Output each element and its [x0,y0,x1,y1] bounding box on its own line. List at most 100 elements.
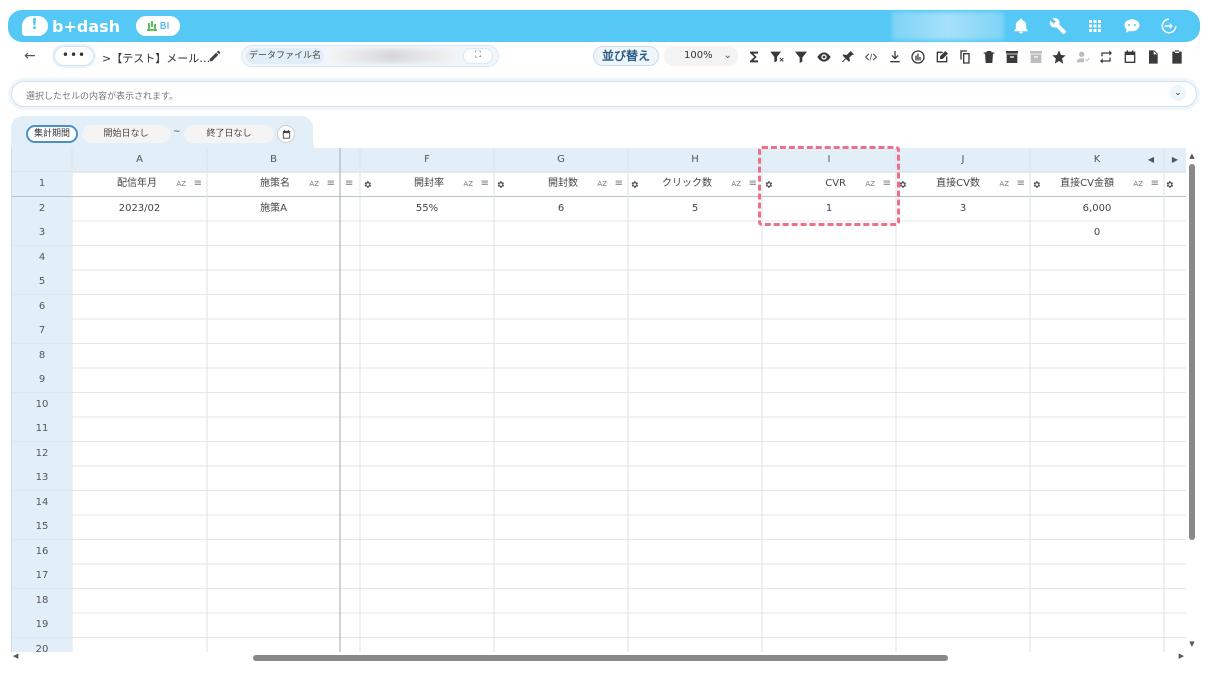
gear-icon[interactable] [898,180,907,189]
filter-clear-icon[interactable] [768,48,787,67]
gear-icon[interactable] [496,180,505,189]
delete-icon[interactable] [979,48,998,67]
column-header-a[interactable]: A [72,148,207,172]
filter-icon[interactable]: ≡ [194,172,202,196]
star-icon[interactable] [1050,48,1069,67]
logo[interactable]: b+dash [22,15,120,36]
filter-icon[interactable]: ≡ [1017,172,1025,196]
sort-az-icon[interactable]: AZ [309,172,319,196]
filter-icon[interactable]: ≡ [1151,172,1159,196]
field-header-cell[interactable]: CVR AZ ≡ [762,172,896,196]
gear-icon[interactable] [1032,180,1041,189]
wrench-icon[interactable] [1049,17,1067,35]
document-icon[interactable] [1144,48,1163,67]
row-number[interactable]: 9 [12,368,72,392]
row-number[interactable]: 11 [12,417,72,441]
zoom-select[interactable]: 100% ⌄ [664,46,738,66]
grid-menu-icon[interactable] [1086,17,1104,35]
gear-icon[interactable] [630,180,639,189]
logout-icon[interactable] [1160,17,1178,35]
bell-icon[interactable] [1012,17,1030,35]
data-cell[interactable]: 1 [762,197,896,221]
pencil-icon[interactable] [208,48,222,62]
vertical-scrollbar[interactable]: ▲ ▼ [1186,152,1198,648]
spreadsheet-grid[interactable]: A B F G H I J K ◀ ▶ 配信年月 AZ ≡ 施策名 AZ ≡ 開封率 AZ ≡ 開封数 AZ ≡ クリック数… [11,148,1186,652]
start-date-input[interactable]: 開始日なし [82,125,170,143]
filter-icon[interactable]: ≡ [749,172,757,196]
column-nav-left-icon[interactable]: ◀ [1144,148,1158,172]
filter-icon[interactable] [791,48,810,67]
row-number[interactable]: 16 [12,539,72,564]
data-cell[interactable]: 施策A [207,197,340,221]
scroll-right-icon[interactable]: ▶ [1179,652,1184,660]
vertical-scroll-thumb[interactable] [1189,164,1195,540]
data-cell[interactable]: 6 [494,197,628,221]
data-cell[interactable]: 0 [1030,221,1164,245]
field-header-cell[interactable]: 直接CV数 AZ ≡ [896,172,1030,196]
column-header-h[interactable]: H [628,148,762,172]
filter-icon[interactable]: ≡ [327,172,335,196]
column-header-i[interactable]: I [762,148,896,172]
data-cell[interactable]: 6,000 [1030,197,1164,221]
row-number[interactable]: 19 [12,613,72,637]
chart-icon[interactable] [909,48,928,67]
row-number[interactable]: 15 [12,515,72,539]
field-header-cell[interactable]: 施策名 AZ ≡ [207,172,340,196]
data-cell[interactable]: 3 [896,197,1030,221]
row-number[interactable]: 12 [12,441,72,466]
filter-icon[interactable]: ≡ [345,172,357,196]
download-icon[interactable] [885,48,904,67]
filter-icon[interactable]: ≡ [481,172,489,196]
column-header-b[interactable]: B [207,148,340,172]
clipboard-icon[interactable] [1167,48,1186,67]
chat-bot-icon[interactable] [1123,17,1141,35]
eye-icon[interactable] [815,48,834,67]
row-number[interactable]: 17 [12,564,72,588]
repeat-icon[interactable] [1097,48,1116,67]
gear-icon[interactable] [764,180,773,189]
row-number[interactable]: 5 [12,270,72,294]
field-header-cell[interactable]: クリック数 AZ ≡ [628,172,762,196]
data-cell[interactable]: 2023/02 [72,197,207,221]
horizontal-scrollbar[interactable]: ◀ ▶ [11,652,1186,664]
field-header-cell[interactable]: 直接CV金額 AZ ≡ [1030,172,1164,196]
scroll-left-icon[interactable]: ◀ [13,652,18,660]
row-number[interactable]: 8 [12,343,72,368]
data-file-selector[interactable]: データファイル名 ⛶ [241,45,499,67]
horizontal-scroll-thumb[interactable] [253,655,948,661]
sort-az-icon[interactable]: AZ [597,172,607,196]
sort-button[interactable]: 並び替え [593,46,659,66]
row-number[interactable]: 4 [12,245,72,270]
breadcrumb[interactable]: >【テスト】メール… [102,50,210,66]
field-header-cell[interactable]: 開封率 AZ ≡ [360,172,494,196]
calendar-icon[interactable] [277,125,295,143]
code-icon[interactable] [862,48,881,67]
sort-az-icon[interactable]: AZ [1133,172,1143,196]
row-number[interactable]: 14 [12,490,72,515]
field-header-cell[interactable]: 配信年月 AZ ≡ [72,172,207,196]
column-header-g[interactable]: G [494,148,628,172]
gear-icon[interactable] [363,180,372,189]
column-header-f[interactable]: F [360,148,494,172]
end-date-input[interactable]: 終了日なし [184,125,274,143]
gear-icon[interactable] [1165,180,1174,189]
row-number[interactable]: 20 [12,637,72,652]
cell-content-bar[interactable]: 選択したセルの内容が表示されます。 ⌄ [11,81,1197,107]
sum-icon[interactable] [744,48,763,67]
copy-icon[interactable] [956,48,975,67]
sort-az-icon[interactable]: AZ [463,172,473,196]
data-cell[interactable]: 5 [628,197,762,221]
field-header-cell[interactable]: 開封数 AZ ≡ [494,172,628,196]
back-arrow-icon[interactable]: ← [24,48,36,64]
row-number[interactable]: 7 [12,319,72,343]
chevron-down-icon[interactable]: ⌄ [1170,85,1186,101]
archive-icon[interactable] [1003,48,1022,67]
row-number[interactable]: 13 [12,466,72,490]
sort-az-icon[interactable]: AZ [176,172,186,196]
scroll-up-icon[interactable]: ▲ [1186,152,1198,160]
period-label-button[interactable]: 集計期間 [26,125,78,143]
column-header-j[interactable]: J [896,148,1030,172]
scroll-down-icon[interactable]: ▼ [1186,640,1198,648]
filter-icon[interactable]: ≡ [615,172,623,196]
pin-icon[interactable] [838,48,857,67]
